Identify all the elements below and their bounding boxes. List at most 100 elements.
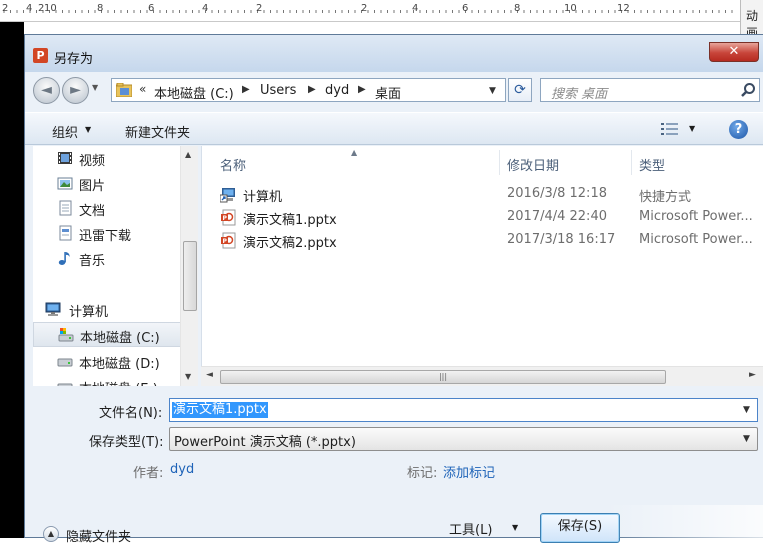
author-label: 作者: bbox=[133, 466, 164, 481]
breadcrumb-item[interactable]: Users bbox=[260, 83, 296, 98]
column-divider[interactable] bbox=[499, 150, 500, 175]
file-date: 2016/3/8 12:18 bbox=[507, 186, 607, 201]
file-row[interactable]: P 演示文稿2.pptx 2017/3/18 16:17 Microsoft P… bbox=[220, 229, 763, 252]
sidebar-item-label: 迅雷下载 bbox=[79, 229, 132, 244]
sidebar-item-label: 计算机 bbox=[69, 305, 109, 320]
scrollbar-thumb[interactable] bbox=[183, 241, 197, 311]
search-input[interactable]: 搜索 桌面 bbox=[551, 83, 607, 102]
computer-icon bbox=[45, 302, 61, 316]
shortcut-icon bbox=[220, 188, 235, 203]
sidebar-item-label: 本地磁盘 (E:) bbox=[79, 378, 158, 386]
sidebar-item-videos[interactable]: 视频 bbox=[33, 146, 198, 170]
ruler-number: 6 bbox=[148, 3, 155, 14]
ruler-number: 4 bbox=[412, 3, 419, 14]
ruler-number: 12 bbox=[617, 3, 630, 14]
hide-folders-button[interactable]: 隐藏文件夹 bbox=[66, 526, 131, 545]
scroll-left-icon[interactable]: ◄ bbox=[206, 370, 213, 380]
author-value[interactable]: dyd bbox=[170, 462, 194, 477]
navigation-bar: ◄ ► ▼ « 本地磁盘 (C:) ▶ Users ▶ dyd ▶ 桌面 ▼ ⟳… bbox=[25, 72, 763, 108]
forward-button[interactable]: ► bbox=[62, 77, 89, 104]
column-header-name[interactable]: 名称 bbox=[220, 155, 246, 174]
ruler-number: 10 bbox=[564, 3, 577, 14]
download-icon bbox=[59, 225, 72, 241]
breadcrumb-item[interactable]: dyd bbox=[325, 83, 349, 98]
sidebar-item-documents[interactable]: 文档 bbox=[33, 196, 198, 220]
scroll-right-icon[interactable]: ► bbox=[749, 370, 756, 380]
file-type: Microsoft Power... bbox=[639, 209, 753, 224]
title-bar[interactable]: P 另存为 ✕ bbox=[25, 35, 763, 72]
filename-dropdown-icon[interactable]: ▼ bbox=[743, 405, 750, 415]
folder-icon bbox=[116, 83, 132, 97]
address-dropdown-icon[interactable]: ▼ bbox=[489, 86, 496, 96]
sidebar-item-computer[interactable]: 计算机 bbox=[33, 297, 198, 321]
organize-button[interactable]: 组织 bbox=[52, 122, 78, 141]
sidebar-item-music[interactable]: 音乐 bbox=[33, 246, 198, 270]
breadcrumb-separator-icon[interactable]: ▶ bbox=[308, 84, 316, 95]
filetype-select[interactable]: PowerPoint 演示文稿 (*.pptx) ▼ bbox=[169, 427, 758, 451]
file-type: Microsoft Power... bbox=[639, 232, 753, 247]
sidebar-item-drive-c[interactable]: 本地磁盘 (C:) bbox=[33, 322, 198, 347]
sidebar-item-label: 图片 bbox=[79, 179, 106, 194]
file-date: 2017/4/4 22:40 bbox=[507, 209, 607, 224]
sidebar-item-pictures[interactable]: 图片 bbox=[33, 171, 198, 195]
ruler-number: 6 bbox=[462, 3, 469, 14]
ruler-number: 4 bbox=[202, 3, 209, 14]
scroll-down-icon[interactable]: ▼ bbox=[185, 372, 191, 381]
column-header-type[interactable]: 类型 bbox=[639, 155, 665, 174]
sidebar-item-downloads[interactable]: 迅雷下载 bbox=[33, 221, 198, 245]
view-dropdown-icon[interactable]: ▼ bbox=[689, 124, 695, 133]
ruler-number: 8 bbox=[97, 3, 104, 14]
column-divider[interactable] bbox=[631, 150, 632, 175]
breadcrumb-overflow-icon[interactable]: « bbox=[139, 82, 146, 96]
tools-button[interactable]: 工具(L) bbox=[449, 519, 492, 538]
ruler: 2 4 2 10 8 6 4 2 2 4 6 8 10 12 bbox=[0, 0, 740, 22]
file-name: 计算机 bbox=[243, 190, 283, 205]
dialog-title: 另存为 bbox=[54, 52, 94, 67]
collapse-icon[interactable]: ▲ bbox=[43, 526, 59, 542]
tags-label: 标记: bbox=[407, 466, 438, 481]
close-button[interactable]: ✕ bbox=[709, 42, 759, 62]
filetype-dropdown-icon[interactable]: ▼ bbox=[743, 434, 750, 444]
view-options-icon[interactable] bbox=[661, 122, 679, 136]
file-row[interactable]: P 演示文稿1.pptx 2017/4/4 22:40 Microsoft Po… bbox=[220, 206, 763, 229]
help-icon[interactable]: ? bbox=[729, 120, 748, 139]
sidebar-item-drive-d[interactable]: 本地磁盘 (D:) bbox=[33, 349, 198, 373]
scrollbar-thumb[interactable]: ||| bbox=[220, 370, 666, 384]
breadcrumb-separator-icon[interactable]: ▶ bbox=[358, 84, 366, 95]
new-folder-button[interactable]: 新建文件夹 bbox=[125, 122, 190, 141]
organize-dropdown-icon[interactable]: ▼ bbox=[85, 125, 91, 134]
sort-ascending-icon: ▲ bbox=[351, 148, 358, 157]
file-row[interactable]: 计算机 2016/3/8 12:18 快捷方式 bbox=[220, 183, 763, 206]
file-date: 2017/3/18 16:17 bbox=[507, 232, 616, 247]
search-box[interactable]: 搜索 桌面 bbox=[540, 78, 760, 102]
sidebar-item-label: 文档 bbox=[79, 204, 106, 219]
filename-value[interactable]: 演示文稿1.pptx bbox=[172, 402, 268, 418]
recent-pages-icon[interactable]: ▼ bbox=[92, 83, 104, 97]
scroll-up-icon[interactable]: ▲ bbox=[185, 150, 191, 159]
navigation-pane-scrollbar[interactable]: ▲ ▼ bbox=[180, 146, 198, 386]
filetype-label: 保存类型(T): bbox=[89, 435, 164, 450]
navigation-pane: 视频 图片 文档 迅雷下载 音乐 计算机 本地磁盘 (C:) 本地磁盘 (D:) bbox=[33, 146, 198, 386]
picture-icon bbox=[57, 177, 73, 190]
sidebar-item-label: 音乐 bbox=[79, 254, 106, 269]
address-bar[interactable]: « 本地磁盘 (C:) ▶ Users ▶ dyd ▶ 桌面 ▼ bbox=[111, 78, 506, 102]
animation-tab[interactable]: 动画 bbox=[740, 0, 763, 34]
filename-field[interactable]: 演示文稿1.pptx ▼ bbox=[169, 398, 758, 422]
file-list-horizontal-scrollbar[interactable]: ◄ ||| ► bbox=[201, 366, 763, 386]
ruler-number: 4 bbox=[26, 3, 33, 14]
svg-text:P: P bbox=[223, 238, 228, 245]
file-type: 快捷方式 bbox=[639, 190, 692, 205]
video-icon bbox=[58, 152, 72, 164]
tools-dropdown-icon[interactable]: ▼ bbox=[512, 523, 518, 532]
breadcrumb-item[interactable]: 本地磁盘 (C:) bbox=[154, 83, 234, 102]
drive-icon bbox=[57, 383, 73, 386]
sidebar-item-drive-e[interactable]: 本地磁盘 (E:) bbox=[33, 374, 198, 386]
search-icon[interactable] bbox=[740, 82, 756, 98]
back-button[interactable]: ◄ bbox=[33, 77, 60, 104]
breadcrumb-item[interactable]: 桌面 bbox=[375, 83, 401, 102]
column-header-date[interactable]: 修改日期 bbox=[507, 155, 559, 174]
breadcrumb-separator-icon[interactable]: ▶ bbox=[242, 84, 250, 95]
tags-value[interactable]: 添加标记 bbox=[443, 462, 495, 481]
refresh-button[interactable]: ⟳ bbox=[508, 78, 532, 102]
file-name: 演示文稿1.pptx bbox=[243, 213, 337, 228]
